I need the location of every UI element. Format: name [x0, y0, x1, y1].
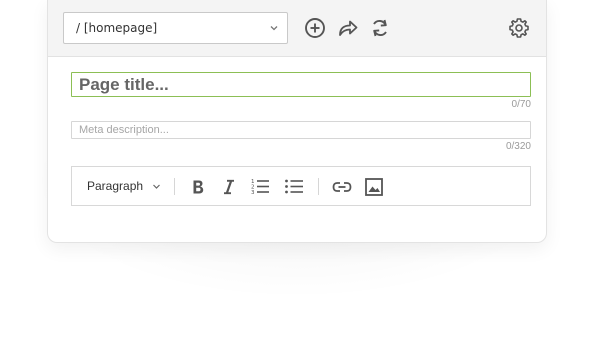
bold-icon[interactable]: [188, 177, 208, 197]
chevron-down-icon[interactable]: [152, 183, 161, 190]
editor-panel: / [homepage] Page title... 0/70 Meta des…: [47, 0, 547, 243]
image-icon[interactable]: [364, 177, 384, 197]
share-icon[interactable]: [336, 16, 360, 40]
toolbar-divider: [174, 178, 175, 195]
toolbar-divider: [318, 178, 319, 195]
meta-char-counter: 0/320: [505, 141, 531, 152]
page-title-input[interactable]: [71, 72, 531, 97]
rich-text-toolbar: Paragraph 1 2 3: [71, 166, 531, 206]
block-format-select[interactable]: Paragraph: [87, 179, 143, 193]
title-char-counter: 0/70: [511, 99, 531, 110]
gear-icon[interactable]: [507, 16, 531, 40]
bullet-list-icon[interactable]: [284, 177, 304, 197]
chevron-down-icon: [270, 26, 278, 31]
refresh-icon[interactable]: [368, 16, 392, 40]
ordered-list-icon[interactable]: 1 2 3: [250, 177, 270, 197]
top-toolbar: / [homepage]: [48, 0, 546, 57]
link-icon[interactable]: [332, 177, 352, 197]
svg-text:3: 3: [251, 190, 255, 196]
page-path-value: / [homepage]: [76, 21, 158, 35]
italic-icon[interactable]: [219, 177, 239, 197]
page-path-select[interactable]: / [homepage]: [63, 12, 288, 44]
add-circle-icon[interactable]: [303, 16, 327, 40]
meta-description-input[interactable]: [71, 121, 531, 139]
